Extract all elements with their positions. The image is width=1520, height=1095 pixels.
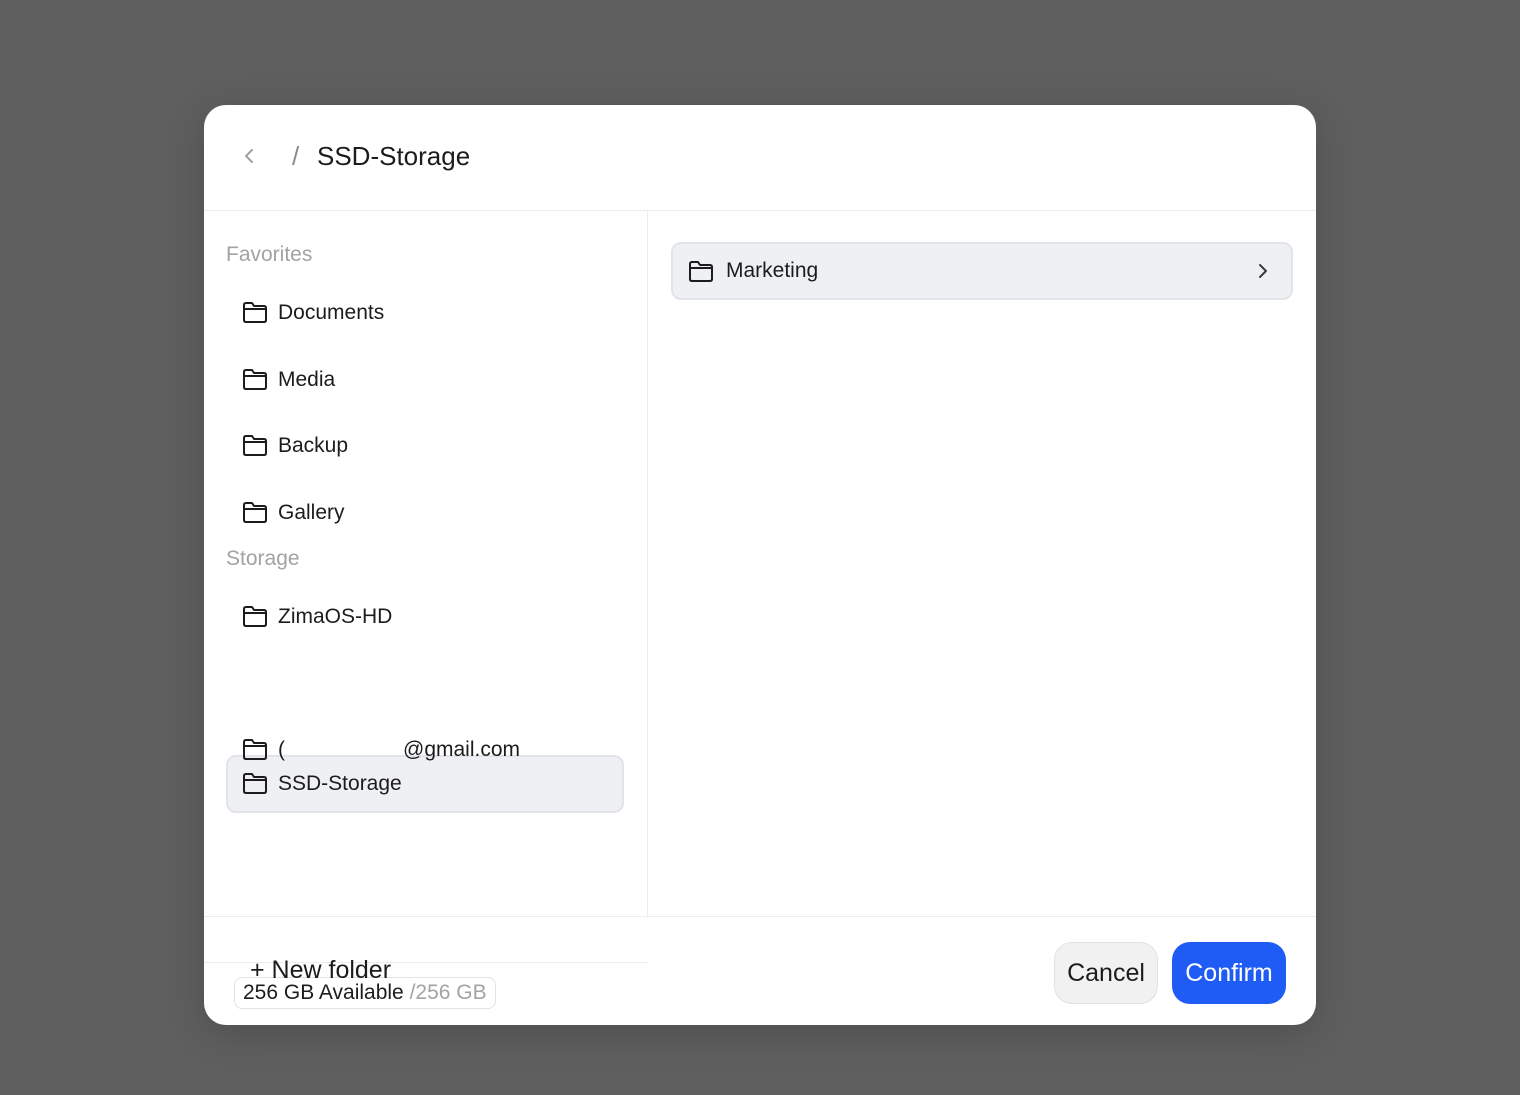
sidebar-item-gallery[interactable]: Gallery	[226, 484, 624, 542]
cancel-button[interactable]: Cancel	[1054, 942, 1158, 1004]
sidebar-item-label: ZimaOS-HD	[278, 605, 393, 628]
folder-row-marketing[interactable]: Marketing	[671, 242, 1293, 300]
dialog-footer: + New folder Cancel Confirm	[204, 916, 1316, 1025]
breadcrumb-current: SSD-Storage	[317, 141, 471, 171]
folder-row-label: Marketing	[726, 259, 819, 282]
account-name-prefix: (	[278, 738, 285, 761]
folder-icon	[243, 739, 267, 760]
sidebar-item-label: ( @gmail.com	[278, 738, 520, 762]
breadcrumb-separator: /	[292, 141, 300, 171]
folder-icon	[243, 369, 267, 390]
sidebar-item-documents[interactable]: Documents	[226, 284, 624, 342]
sidebar-item-label: Documents	[278, 301, 385, 324]
sidebar-item-zimaos-hd[interactable]: ZimaOS-HD	[226, 588, 624, 646]
folder-icon	[243, 502, 267, 523]
sidebar-item-backup[interactable]: Backup	[226, 417, 624, 475]
chevron-right-icon	[1259, 264, 1267, 278]
folder-picker-dialog: / SSD-Storage Favorites Documents Media …	[204, 105, 1316, 1025]
folder-icon	[243, 606, 267, 627]
sidebar-item-label: Backup	[278, 434, 349, 457]
sidebar-item-gmail-account[interactable]: ( @gmail.com	[226, 721, 624, 779]
confirm-button[interactable]: Confirm	[1172, 942, 1286, 1004]
chevron-left-icon	[245, 149, 253, 163]
folder-icon	[689, 261, 713, 282]
sidebar: Favorites Documents Media Backup Gallery…	[204, 211, 648, 1009]
storage-heading: Storage	[226, 547, 300, 570]
sidebar-item-label: Gallery	[278, 501, 345, 524]
folder-icon	[243, 302, 267, 323]
favorites-heading: Favorites	[226, 243, 313, 266]
dialog-header: / SSD-Storage	[204, 105, 1316, 211]
back-button[interactable]	[234, 141, 264, 171]
folder-content-pane: Marketing	[648, 211, 1316, 916]
folder-icon	[243, 435, 267, 456]
account-domain: @gmail.com	[403, 738, 521, 761]
sidebar-item-label: Media	[278, 368, 336, 391]
new-folder-button[interactable]: + New folder	[250, 955, 391, 985]
sidebar-item-media[interactable]: Media	[226, 351, 624, 409]
